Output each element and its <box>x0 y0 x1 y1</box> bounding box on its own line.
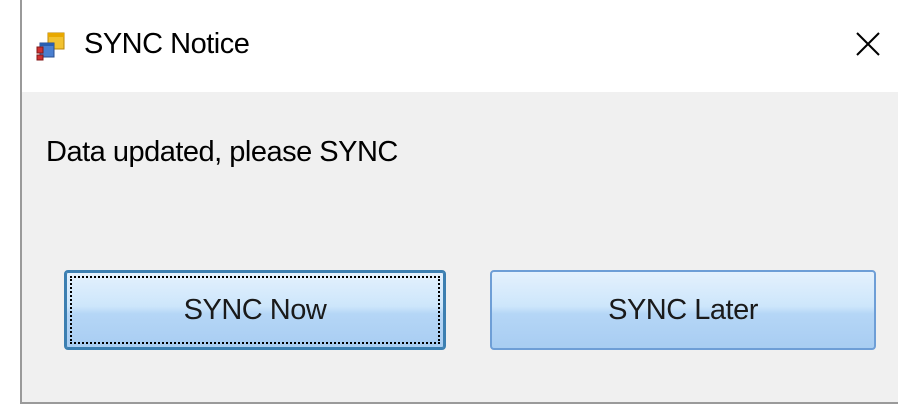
notice-message: Data updated, please SYNC <box>46 136 398 168</box>
sync-later-button[interactable]: SYNC Later <box>490 270 876 350</box>
sync-later-label: SYNC Later <box>608 293 758 326</box>
sync-now-label: SYNC Now <box>183 293 327 326</box>
sync-now-button[interactable]: SYNC Now <box>64 270 446 350</box>
close-icon <box>855 31 881 62</box>
title-bar[interactable]: SYNC Notice <box>22 0 898 92</box>
dialog-body: Data updated, please SYNC SYNC Now SYNC … <box>22 92 898 402</box>
sync-notice-dialog: SYNC Notice Data updated, please SYNC SY… <box>20 0 898 404</box>
close-button[interactable] <box>838 20 898 72</box>
windows-form-icon <box>36 31 66 61</box>
window-title: SYNC Notice <box>84 28 250 60</box>
